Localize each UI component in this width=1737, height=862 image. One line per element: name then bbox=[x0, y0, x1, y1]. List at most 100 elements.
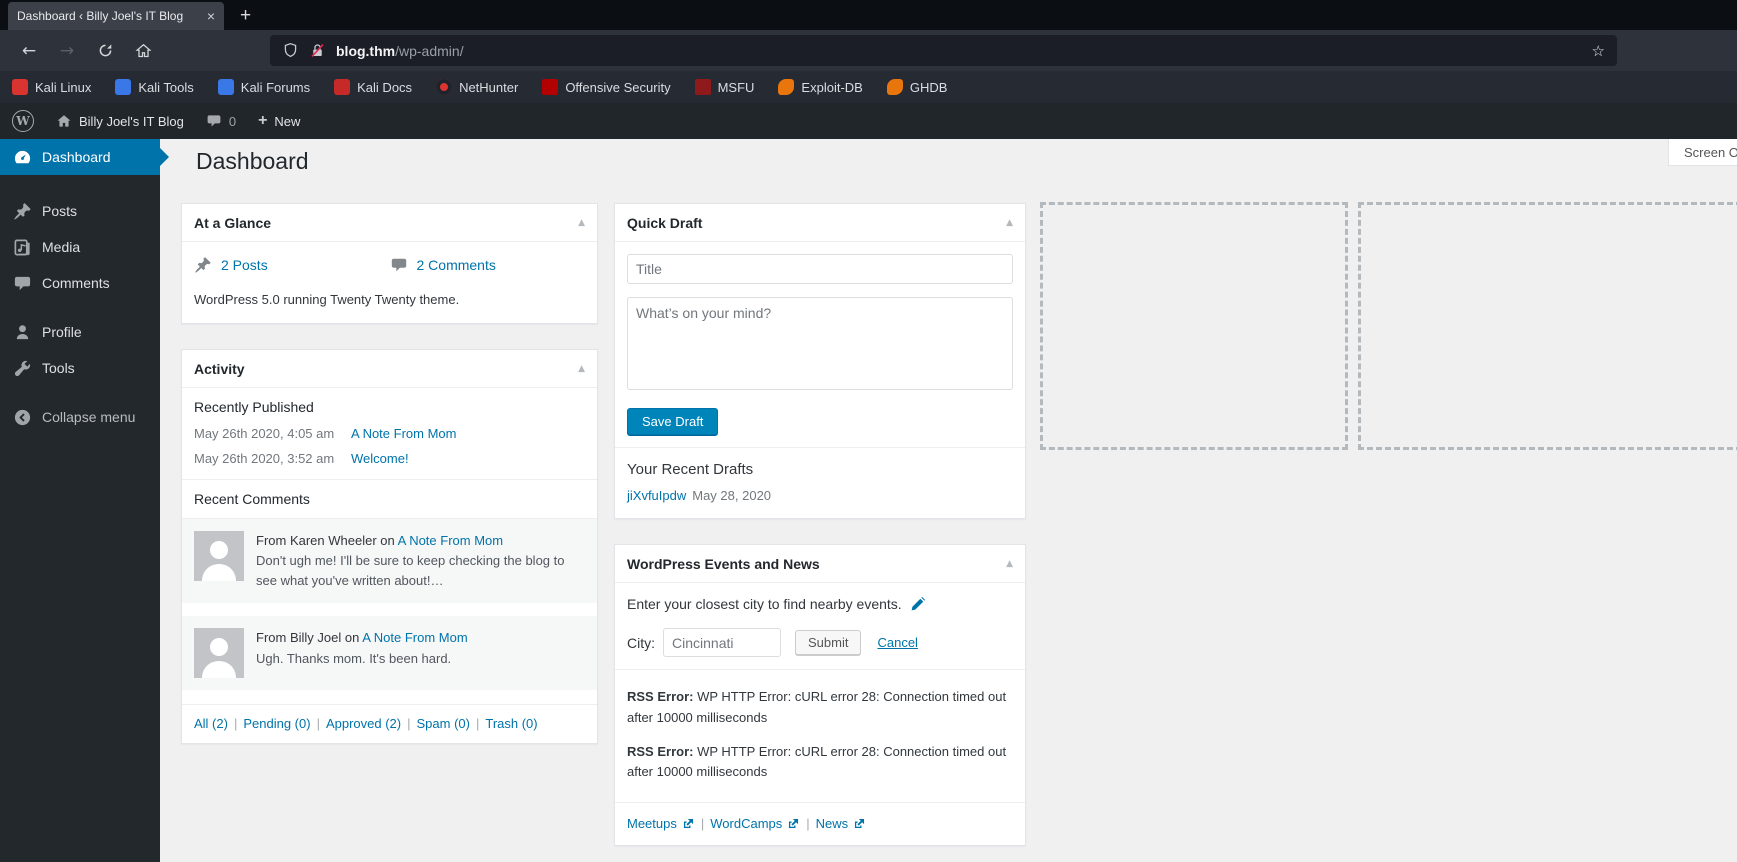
site-name-menu[interactable]: Billy Joel's IT Blog bbox=[56, 113, 184, 129]
tab-close-icon[interactable]: × bbox=[207, 8, 215, 24]
comment-post-link[interactable]: A Note From Mom bbox=[398, 533, 503, 548]
url-bar[interactable]: blog.thm/wp-admin/ ☆ bbox=[270, 35, 1617, 66]
comment-item: From Karen Wheeler on A Note From Mom Do… bbox=[182, 519, 597, 604]
bookmark-kali-forums[interactable]: Kali Forums bbox=[217, 79, 310, 95]
bookmark-exploit-db[interactable]: Exploit-DB bbox=[778, 79, 863, 95]
bookmark-kali-docs[interactable]: Kali Docs bbox=[334, 79, 412, 95]
kali-tools-favicon bbox=[115, 79, 132, 95]
bookmark-star-icon[interactable]: ☆ bbox=[1592, 42, 1605, 60]
comment-post-link[interactable]: A Note From Mom bbox=[362, 630, 467, 645]
collapse-toggle-icon[interactable]: ▲ bbox=[578, 364, 585, 374]
published-post-link[interactable]: A Note From Mom bbox=[351, 426, 456, 441]
bookmarks-bar: Kali Linux Kali Tools Kali Forums Kali D… bbox=[0, 71, 1737, 103]
cancel-link[interactable]: Cancel bbox=[877, 635, 917, 650]
admin-bar-comments[interactable]: 0 bbox=[206, 113, 236, 129]
activity-widget: Activity ▲ Recently Published May 26th 2… bbox=[181, 349, 598, 745]
comment-from: From Billy Joel on bbox=[256, 630, 363, 646]
home-icon bbox=[57, 115, 71, 127]
draft-content-input[interactable] bbox=[627, 297, 1013, 390]
sidebar-item-collapse-menu[interactable]: Collapse menu bbox=[0, 399, 160, 435]
filter-spam[interactable]: Spam (0) bbox=[417, 716, 470, 731]
admin-bar-new[interactable]: + New bbox=[258, 112, 300, 130]
collapse-toggle-icon[interactable]: ▲ bbox=[1006, 559, 1013, 569]
submit-city-button[interactable]: Submit bbox=[795, 630, 862, 655]
ghdb-favicon bbox=[886, 79, 903, 95]
filter-pending[interactable]: Pending (0) bbox=[243, 716, 310, 731]
wp-admin-bar: W Billy Joel's IT Blog 0 + New bbox=[0, 103, 1737, 139]
sidebar-item-media[interactable]: Media bbox=[0, 229, 160, 265]
events-news-widget: WordPress Events and News ▲ Enter your c… bbox=[614, 544, 1026, 847]
bookmark-nethunter[interactable]: NetHunter bbox=[436, 79, 518, 95]
forward-icon[interactable]: → bbox=[52, 36, 82, 66]
glance-posts: 2 Posts bbox=[194, 256, 390, 274]
collapse-toggle-icon[interactable]: ▲ bbox=[1006, 218, 1013, 228]
empty-widget-dropzone[interactable] bbox=[1040, 202, 1348, 450]
draft-title-input[interactable] bbox=[627, 254, 1013, 284]
kali-linux-favicon bbox=[12, 79, 28, 95]
save-draft-button[interactable]: Save Draft bbox=[627, 408, 719, 435]
external-link-icon bbox=[853, 817, 866, 830]
recent-comments-heading: Recent Comments bbox=[182, 479, 597, 519]
collapse-toggle-icon[interactable]: ▲ bbox=[578, 218, 585, 228]
wp-logo-menu[interactable]: W bbox=[12, 110, 34, 132]
page-title: Dashboard bbox=[196, 148, 309, 174]
comments-icon bbox=[13, 274, 32, 293]
posts-count-link[interactable]: 2 Posts bbox=[221, 257, 268, 273]
insecure-lock-icon[interactable] bbox=[309, 42, 326, 59]
back-icon[interactable]: ← bbox=[14, 36, 44, 66]
reload-icon[interactable] bbox=[90, 36, 120, 66]
shield-icon[interactable] bbox=[282, 42, 299, 59]
quick-draft-widget: Quick Draft ▲ Save Draft Your Recent Dra… bbox=[614, 203, 1026, 519]
bookmark-kali-linux[interactable]: Kali Linux bbox=[12, 79, 91, 95]
meetups-link[interactable]: Meetups bbox=[627, 816, 695, 831]
filter-all[interactable]: All (2) bbox=[194, 716, 228, 731]
empty-widget-dropzone[interactable] bbox=[1358, 202, 1737, 450]
activity-header[interactable]: Activity ▲ bbox=[182, 350, 597, 388]
bookmark-msfu[interactable]: MSFU bbox=[694, 79, 754, 95]
home-icon[interactable] bbox=[128, 36, 158, 66]
workspace: Screen O Dashboard At a Glance ▲ 2 Posts… bbox=[0, 139, 1737, 862]
plus-icon: + bbox=[258, 112, 268, 129]
sidebar-item-profile[interactable]: Profile bbox=[0, 314, 160, 350]
wordcamps-link[interactable]: WordCamps bbox=[710, 816, 800, 831]
news-link[interactable]: News bbox=[816, 816, 867, 831]
bookmark-kali-tools[interactable]: Kali Tools bbox=[115, 79, 194, 95]
browser-tab[interactable]: Dashboard ‹ Billy Joel's IT Blog × bbox=[8, 2, 224, 30]
comment-from: From Karen Wheeler on bbox=[256, 533, 398, 548]
sidebar-item-dashboard[interactable]: Dashboard bbox=[0, 139, 169, 175]
city-input[interactable] bbox=[663, 628, 781, 657]
external-link-icon bbox=[787, 817, 800, 830]
draft-link[interactable]: jiXvfuIpdw bbox=[627, 488, 686, 503]
published-row: May 26th 2020, 4:05 am A Note From Mom bbox=[194, 426, 457, 441]
dashboard-content: Screen O Dashboard At a Glance ▲ 2 Posts… bbox=[160, 139, 1737, 862]
filter-trash[interactable]: Trash (0) bbox=[485, 716, 537, 731]
nethunter-favicon bbox=[436, 79, 453, 95]
sidebar-item-comments[interactable]: Comments bbox=[0, 265, 160, 301]
external-link-icon bbox=[682, 817, 695, 830]
events-intro-text: Enter your closest city to find nearby e… bbox=[627, 596, 902, 612]
rss-error: RSS Error: WP HTTP Error: cURL error 28:… bbox=[627, 743, 1007, 780]
published-post-link[interactable]: Welcome! bbox=[351, 451, 409, 466]
at-a-glance-header[interactable]: At a Glance ▲ bbox=[182, 204, 597, 242]
admin-sidebar: Dashboard Posts Media Comments Profile T… bbox=[0, 139, 169, 862]
new-tab-button[interactable]: + bbox=[240, 5, 251, 27]
bookmark-ghdb[interactable]: GHDB bbox=[886, 79, 947, 95]
tab-title: Dashboard ‹ Billy Joel's IT Blog bbox=[17, 9, 184, 23]
events-news-header[interactable]: WordPress Events and News ▲ bbox=[615, 545, 1025, 583]
sidebar-item-tools[interactable]: Tools bbox=[0, 350, 160, 386]
collapse-icon bbox=[13, 408, 32, 427]
browser-toolbar: ← → blog.thm/wp-admin/ ☆ bbox=[0, 30, 1737, 71]
dashboard-icon bbox=[13, 148, 32, 167]
quick-draft-header[interactable]: Quick Draft ▲ bbox=[615, 204, 1025, 242]
screen-options-tab[interactable]: Screen O bbox=[1668, 139, 1737, 166]
tools-icon bbox=[13, 359, 32, 378]
sidebar-item-posts[interactable]: Posts bbox=[0, 193, 160, 229]
rss-error: RSS Error: WP HTTP Error: cURL error 28:… bbox=[627, 689, 1007, 725]
filter-approved[interactable]: Approved (2) bbox=[326, 716, 401, 731]
pencil-icon[interactable] bbox=[910, 596, 925, 612]
comment-excerpt: Ugh. Thanks mom. It's been hard. bbox=[256, 650, 452, 666]
glance-comments: 2 Comments bbox=[390, 256, 586, 274]
offensive-security-favicon bbox=[542, 79, 559, 95]
bookmark-offensive-security[interactable]: Offensive Security bbox=[542, 79, 671, 95]
comments-count-link[interactable]: 2 Comments bbox=[417, 257, 496, 273]
